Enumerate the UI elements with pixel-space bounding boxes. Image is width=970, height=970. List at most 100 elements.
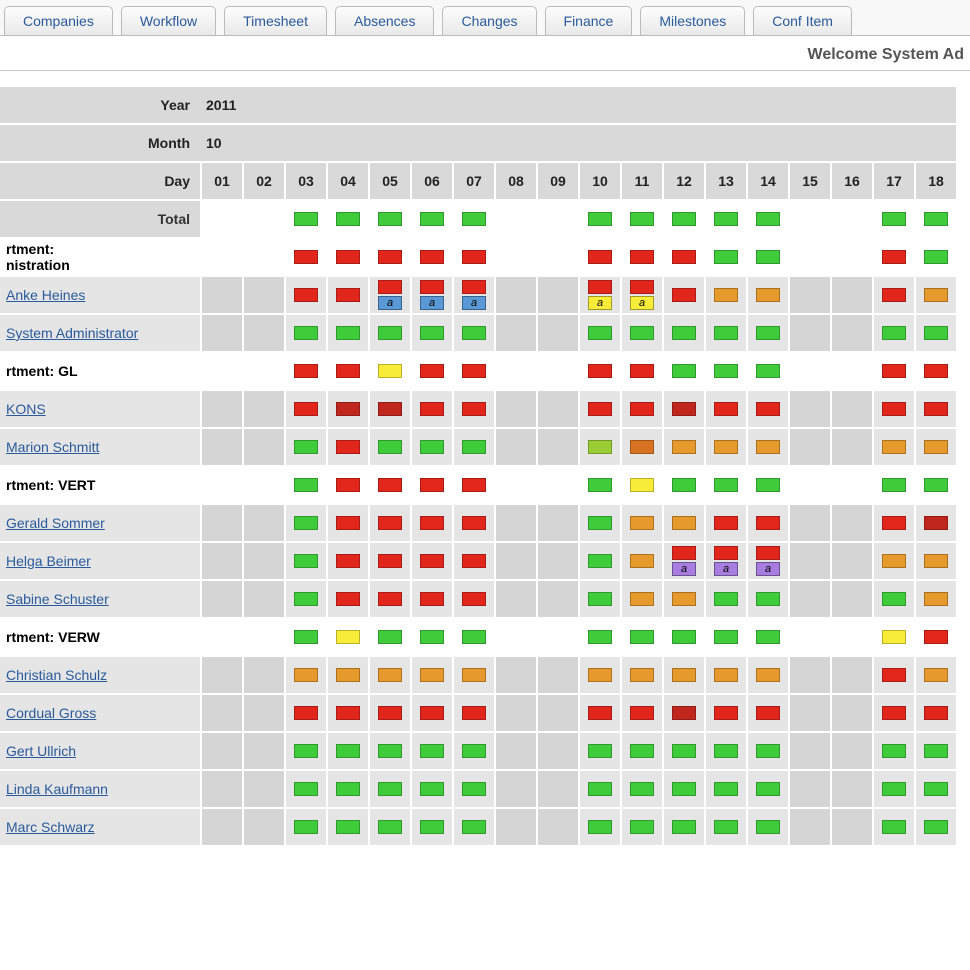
status-block	[378, 250, 402, 264]
status-block	[462, 212, 486, 226]
status-block	[672, 706, 696, 720]
user-link[interactable]: Linda Kaufmann	[6, 781, 108, 797]
status-block	[294, 288, 318, 302]
status-block	[756, 402, 780, 416]
status-block	[378, 820, 402, 834]
grid-cell	[620, 201, 662, 239]
grid-cell	[914, 391, 956, 429]
grid-cell	[284, 657, 326, 695]
grid-cell	[200, 581, 242, 619]
status-block	[462, 402, 486, 416]
grid-cell	[200, 771, 242, 809]
grid-cell	[620, 581, 662, 619]
grid-cell	[284, 201, 326, 239]
status-block	[756, 212, 780, 226]
grid-cell	[872, 543, 914, 581]
grid-cell	[830, 277, 872, 315]
user-link[interactable]: System Administrator	[6, 325, 138, 341]
user-row-label[interactable]: Marion Schmitt	[0, 429, 200, 467]
status-block	[378, 592, 402, 606]
user-row-label[interactable]: Christian Schulz	[0, 657, 200, 695]
user-link[interactable]: Marc Schwarz	[6, 819, 95, 835]
grid-cell	[536, 543, 578, 581]
grid-cell	[452, 543, 494, 581]
grid-cell	[830, 315, 872, 353]
grid-cell	[494, 657, 536, 695]
user-row-label[interactable]: Marc Schwarz	[0, 809, 200, 847]
status-block	[672, 668, 696, 682]
user-link[interactable]: KONS	[6, 401, 46, 417]
grid-cell	[788, 315, 830, 353]
grid-cell	[242, 695, 284, 733]
user-link[interactable]: Gerald Sommer	[6, 515, 105, 531]
status-block	[294, 478, 318, 492]
status-block	[420, 212, 444, 226]
grid-cell	[578, 315, 620, 353]
status-block	[336, 782, 360, 796]
tab-timesheet[interactable]: Timesheet	[224, 6, 327, 35]
grid-cell	[662, 733, 704, 771]
user-link[interactable]: Gert Ullrich	[6, 743, 76, 759]
grid-cell	[326, 657, 368, 695]
grid-cell	[242, 239, 284, 277]
status-block	[588, 364, 612, 378]
tab-milestones[interactable]: Milestones	[640, 6, 745, 35]
status-block	[378, 280, 402, 294]
status-block	[588, 402, 612, 416]
tab-changes[interactable]: Changes	[442, 6, 536, 35]
grid-cell: a	[368, 277, 410, 315]
user-row-label[interactable]: Gert Ullrich	[0, 733, 200, 771]
tab-workflow[interactable]: Workflow	[121, 6, 216, 35]
status-block	[462, 744, 486, 758]
user-link[interactable]: Christian Schulz	[6, 667, 107, 683]
grid-cell	[326, 733, 368, 771]
grid-cell	[200, 657, 242, 695]
grid-cell	[830, 201, 872, 239]
user-row-label[interactable]: KONS	[0, 391, 200, 429]
status-block	[882, 478, 906, 492]
status-block	[588, 630, 612, 644]
grid-cell	[662, 809, 704, 847]
user-row-label[interactable]: Linda Kaufmann	[0, 771, 200, 809]
grid-cell	[494, 505, 536, 543]
grid-cell	[200, 733, 242, 771]
grid-cell	[494, 695, 536, 733]
status-block	[630, 326, 654, 340]
status-block	[924, 250, 948, 264]
status-block	[714, 288, 738, 302]
user-link[interactable]: Helga Beimer	[6, 553, 91, 569]
user-link[interactable]: Cordual Gross	[6, 705, 96, 721]
status-block	[672, 364, 696, 378]
grid-cell	[326, 353, 368, 391]
grid-cell	[368, 315, 410, 353]
grid-cell	[242, 201, 284, 239]
grid-cell	[284, 467, 326, 505]
status-block	[588, 668, 612, 682]
user-row-label[interactable]: Cordual Gross	[0, 695, 200, 733]
grid-cell	[368, 657, 410, 695]
grid-cell	[746, 239, 788, 277]
status-block	[714, 250, 738, 264]
grid-cell	[914, 353, 956, 391]
status-block	[588, 744, 612, 758]
tab-companies[interactable]: Companies	[4, 6, 113, 35]
grid-cell	[200, 429, 242, 467]
tab-absences[interactable]: Absences	[335, 6, 434, 35]
status-block	[756, 744, 780, 758]
grid-cell	[746, 809, 788, 847]
user-row-label[interactable]: Helga Beimer	[0, 543, 200, 581]
user-row-label[interactable]: Sabine Schuster	[0, 581, 200, 619]
user-row-label[interactable]: System Administrator	[0, 315, 200, 353]
grid-cell	[284, 543, 326, 581]
user-link[interactable]: Anke Heines	[6, 287, 85, 303]
tab-finance[interactable]: Finance	[545, 6, 633, 35]
grid-cell	[242, 277, 284, 315]
user-row-label[interactable]: Gerald Sommer	[0, 505, 200, 543]
tab-conf-item[interactable]: Conf Item	[753, 6, 852, 35]
user-link[interactable]: Marion Schmitt	[6, 439, 99, 455]
status-block	[714, 744, 738, 758]
grid-cell	[788, 581, 830, 619]
user-row-label[interactable]: Anke Heines	[0, 277, 200, 315]
user-link[interactable]: Sabine Schuster	[6, 591, 109, 607]
status-block	[462, 440, 486, 454]
